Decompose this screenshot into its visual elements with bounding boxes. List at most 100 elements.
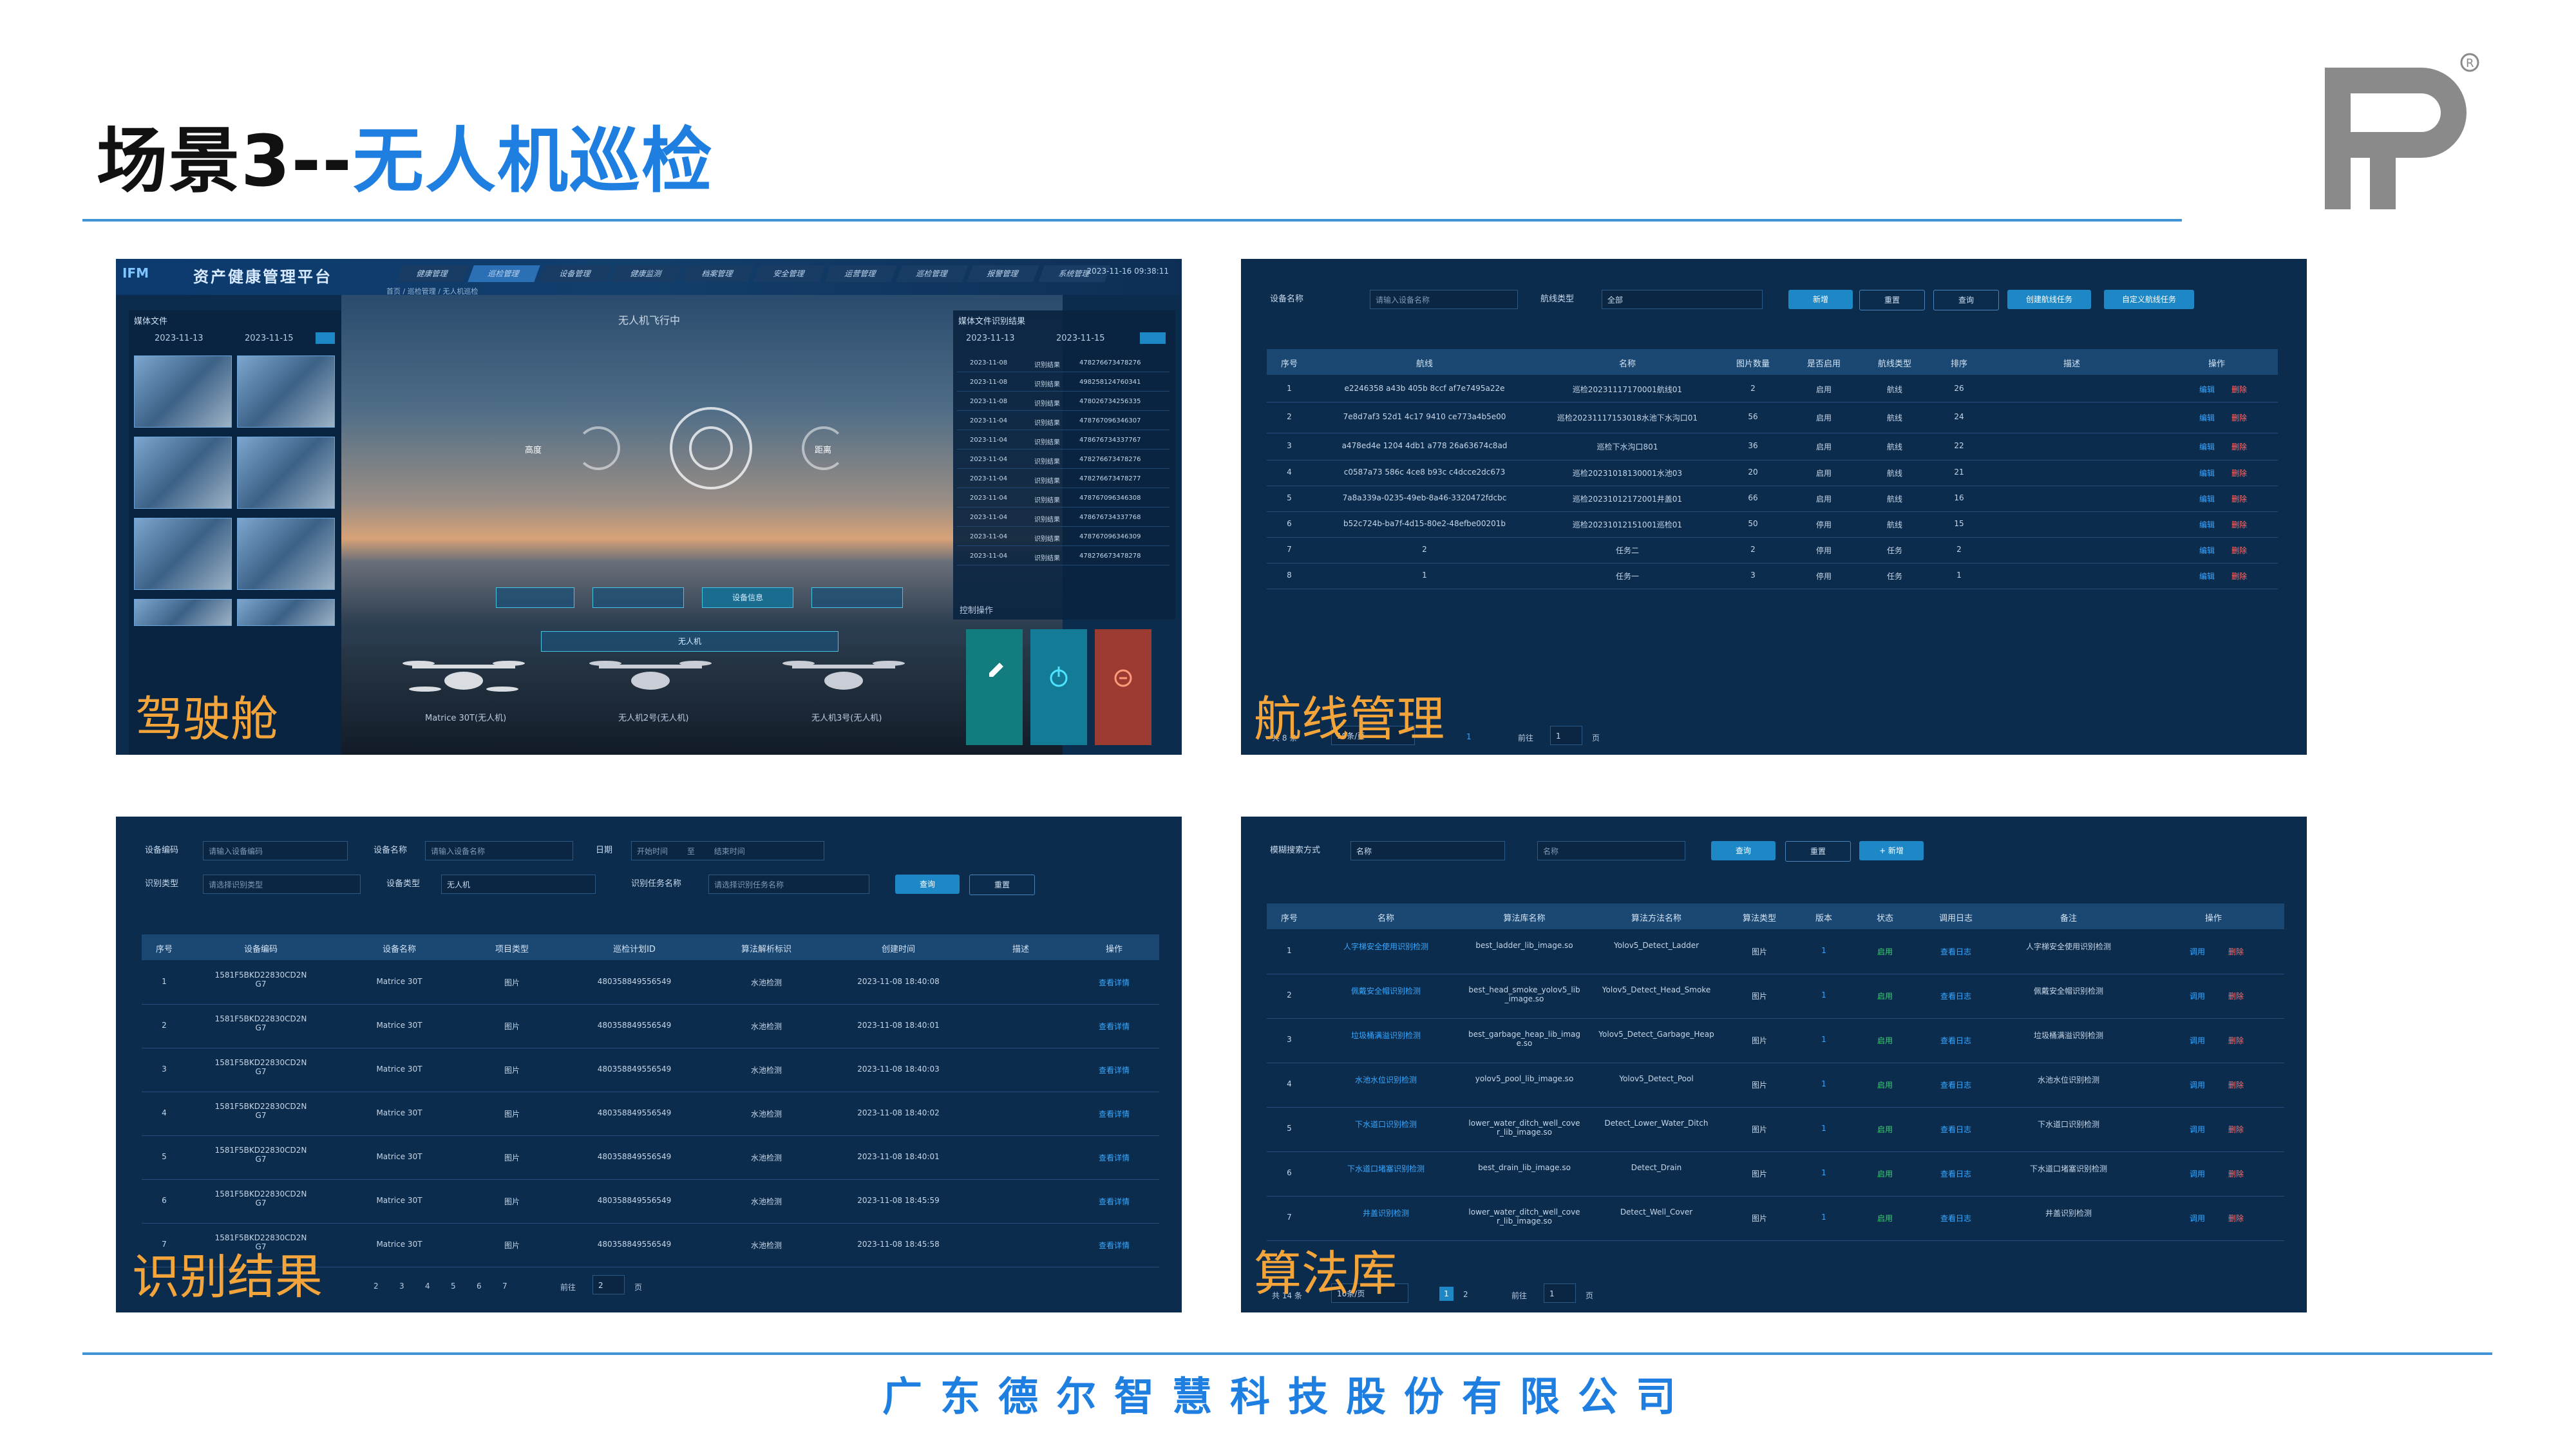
- nav-tab-active[interactable]: 巡检管理: [468, 265, 540, 282]
- edit-link[interactable]: 编辑: [2194, 384, 2220, 395]
- edit-link[interactable]: 编辑: [2194, 468, 2220, 478]
- media-thumbnail[interactable]: [134, 518, 232, 590]
- drone-icon[interactable]: [399, 652, 528, 703]
- name-filter-input[interactable]: 请输入设备名称: [425, 841, 573, 860]
- edit-link[interactable]: 编辑: [2194, 493, 2220, 504]
- result-row[interactable]: 2023-11-04 识别结果 478676734337768: [957, 510, 1170, 527]
- add-button[interactable]: 新增: [1788, 290, 1853, 309]
- page-button[interactable]: 5: [451, 1282, 456, 1291]
- view-detail-link[interactable]: 查看详情: [1069, 977, 1159, 988]
- result-row[interactable]: 2023-11-04 识别结果 478767096346307: [957, 413, 1170, 430]
- type-filter-select[interactable]: 全部: [1602, 290, 1763, 309]
- view-detail-link[interactable]: 查看详情: [1069, 1065, 1159, 1075]
- result-row[interactable]: 2023-11-08 识别结果 478276673478276: [957, 355, 1170, 372]
- delete-link[interactable]: 删除: [2220, 1035, 2252, 1046]
- delete-link[interactable]: 删除: [2220, 946, 2252, 957]
- result-row[interactable]: 2023-11-04 识别结果 478276673478276: [957, 452, 1170, 469]
- delete-link[interactable]: 删除: [2226, 493, 2252, 504]
- nav-tab[interactable]: 安全管理: [753, 265, 826, 282]
- delete-link[interactable]: 删除: [2226, 441, 2252, 452]
- invoke-link[interactable]: 调用: [2181, 1124, 2213, 1135]
- hud-button-left-2[interactable]: [592, 587, 684, 608]
- table-cell[interactable]: 查看日志: [1917, 990, 1994, 1001]
- edit-link[interactable]: 编辑: [2194, 519, 2220, 530]
- invoke-link[interactable]: 调用: [2181, 1168, 2213, 1179]
- add-button[interactable]: + 新增: [1859, 841, 1924, 860]
- table-cell[interactable]: 查看日志: [1917, 1168, 1994, 1179]
- media-thumbnail[interactable]: [237, 437, 335, 509]
- goto-input[interactable]: 1: [1550, 726, 1582, 745]
- table-cell[interactable]: 水池水位识别检测: [1312, 1074, 1460, 1085]
- delete-link[interactable]: 删除: [2220, 1213, 2252, 1224]
- delete-link[interactable]: 删除: [2220, 1079, 2252, 1090]
- device-info-button[interactable]: 设备信息: [702, 587, 793, 608]
- page-button[interactable]: 6: [477, 1282, 482, 1291]
- edit-link[interactable]: 编辑: [2194, 412, 2220, 423]
- media-thumbnail[interactable]: [237, 355, 335, 428]
- page-button[interactable]: 7: [502, 1282, 507, 1291]
- code-filter-input[interactable]: 请输入设备编码: [203, 841, 348, 860]
- invoke-link[interactable]: 调用: [2181, 1035, 2213, 1046]
- search-mode-select[interactable]: 名称: [1350, 841, 1505, 860]
- name-search-input[interactable]: 名称: [1537, 841, 1685, 860]
- delete-link[interactable]: 删除: [2226, 468, 2252, 478]
- media-thumbnail[interactable]: [134, 355, 232, 428]
- task-filter-select[interactable]: 请选择识别任务名称: [708, 875, 869, 894]
- page-button[interactable]: 2: [374, 1282, 379, 1291]
- table-cell[interactable]: 佩戴安全帽识别检测: [1312, 985, 1460, 996]
- edit-link[interactable]: 编辑: [2194, 545, 2220, 556]
- delete-link[interactable]: 删除: [2226, 571, 2252, 582]
- page-number[interactable]: 1: [1466, 732, 1472, 741]
- date-from[interactable]: 2023-11-13: [155, 334, 204, 343]
- media-thumbnail[interactable]: [134, 599, 232, 626]
- create-task-button[interactable]: 创建航线任务: [2007, 290, 2091, 309]
- result-row[interactable]: 2023-11-04 识别结果 478767096346308: [957, 491, 1170, 507]
- invoke-link[interactable]: 调用: [2181, 1213, 2213, 1224]
- result-row[interactable]: 2023-11-08 识别结果 478026734256335: [957, 394, 1170, 411]
- edit-link[interactable]: 编辑: [2194, 571, 2220, 582]
- result-row[interactable]: 2023-11-08 识别结果 498258124760341: [957, 375, 1170, 392]
- nav-tab[interactable]: 健康监测: [610, 265, 683, 282]
- goto-input[interactable]: 2: [592, 1275, 625, 1294]
- custom-task-button[interactable]: 自定义航线任务: [2104, 290, 2194, 309]
- nav-tab[interactable]: 健康管理: [396, 265, 469, 282]
- delete-link[interactable]: 删除: [2226, 519, 2252, 530]
- results-search-button[interactable]: [1140, 332, 1166, 344]
- date-range-input[interactable]: 开始时间 至 结束时间: [631, 841, 824, 860]
- result-row[interactable]: 2023-11-04 识别结果 478276673478277: [957, 471, 1170, 488]
- table-cell[interactable]: 下水道口堵塞识别检测: [1312, 1163, 1460, 1174]
- media-thumbnail[interactable]: [134, 437, 232, 509]
- page-button[interactable]: 3: [399, 1282, 404, 1291]
- media-thumbnail[interactable]: [237, 599, 335, 626]
- reset-button[interactable]: 重置: [1859, 290, 1925, 310]
- results-date-to[interactable]: 2023-11-15: [1056, 334, 1105, 343]
- hud-button-left[interactable]: [496, 587, 574, 608]
- nav-tab[interactable]: 巡检管理: [895, 265, 969, 282]
- query-button[interactable]: 查询: [1933, 290, 1999, 310]
- page-button[interactable]: 2: [1463, 1290, 1468, 1299]
- search-button[interactable]: [316, 332, 335, 344]
- hud-button-right[interactable]: [811, 587, 903, 608]
- media-thumbnail[interactable]: [237, 518, 335, 590]
- delete-link[interactable]: 删除: [2226, 384, 2252, 395]
- nav-tab[interactable]: 档案管理: [681, 265, 754, 282]
- view-detail-link[interactable]: 查看详情: [1069, 1240, 1159, 1251]
- table-cell[interactable]: 人字梯安全使用识别检测: [1312, 941, 1460, 952]
- power-control-button[interactable]: [1030, 629, 1087, 745]
- edit-link[interactable]: 编辑: [2194, 441, 2220, 452]
- table-cell[interactable]: 查看日志: [1917, 1213, 1994, 1224]
- table-cell[interactable]: 查看日志: [1917, 946, 1994, 957]
- nav-tab[interactable]: 设备管理: [538, 265, 612, 282]
- nav-tab[interactable]: 运营管理: [824, 265, 897, 282]
- drone-icon[interactable]: [779, 652, 908, 703]
- delete-link[interactable]: 删除: [2220, 990, 2252, 1001]
- invoke-link[interactable]: 调用: [2181, 946, 2213, 957]
- results-date-from[interactable]: 2023-11-13: [966, 334, 1015, 343]
- result-row[interactable]: 2023-11-04 识别结果 478767096346309: [957, 529, 1170, 546]
- query-button[interactable]: 查询: [895, 875, 960, 894]
- type-filter-select[interactable]: 请选择识别类型: [203, 875, 361, 894]
- view-detail-link[interactable]: 查看详情: [1069, 1152, 1159, 1163]
- delete-link[interactable]: 删除: [2226, 545, 2252, 556]
- table-cell[interactable]: 下水道口识别检测: [1312, 1119, 1460, 1130]
- invoke-link[interactable]: 调用: [2181, 1079, 2213, 1090]
